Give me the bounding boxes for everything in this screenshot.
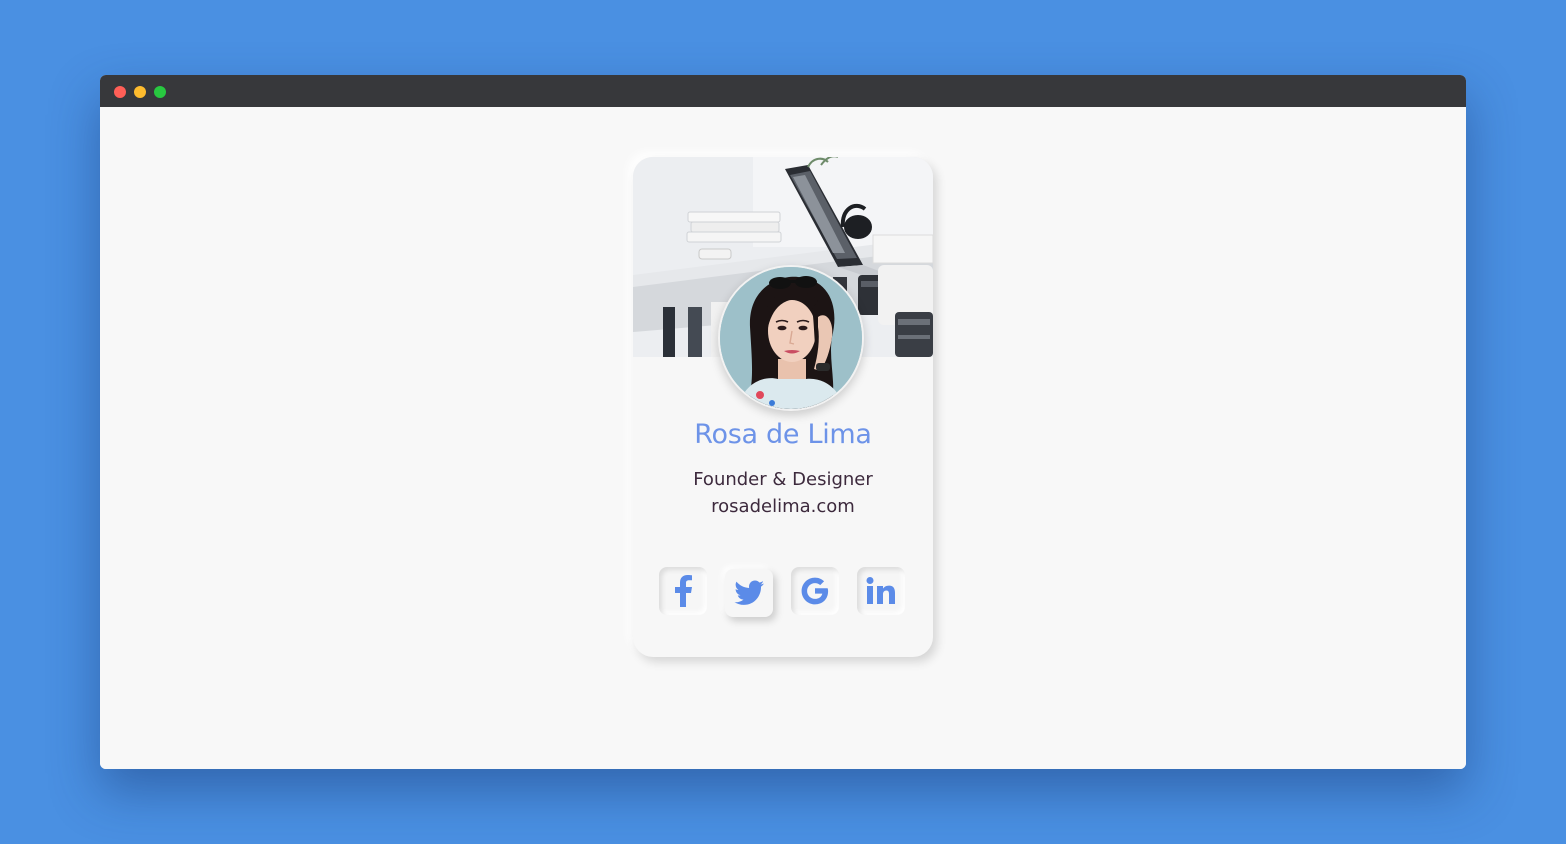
- twitter-icon: [734, 580, 764, 605]
- facebook-icon: [675, 575, 692, 607]
- profile-card: Rosa de Lima Founder & Designer rosadeli…: [633, 157, 933, 657]
- linkedin-button[interactable]: [857, 567, 905, 615]
- browser-window: Rosa de Lima Founder & Designer rosadeli…: [100, 75, 1466, 769]
- minimize-window-button[interactable]: [134, 86, 146, 98]
- facebook-button[interactable]: [659, 567, 707, 615]
- avatar: [718, 265, 864, 411]
- profile-website[interactable]: rosadelima.com: [633, 496, 933, 517]
- profile-name: Rosa de Lima: [694, 419, 872, 450]
- google-button[interactable]: [791, 567, 839, 615]
- close-window-button[interactable]: [114, 86, 126, 98]
- linkedin-icon: [866, 577, 895, 604]
- social-links: [659, 567, 909, 617]
- page-content: Rosa de Lima Founder & Designer rosadeli…: [100, 107, 1466, 769]
- twitter-button[interactable]: [725, 569, 773, 617]
- profile-role: Founder & Designer: [693, 469, 873, 490]
- google-icon: [801, 577, 829, 605]
- maximize-window-button[interactable]: [154, 86, 166, 98]
- window-titlebar: [100, 75, 1466, 107]
